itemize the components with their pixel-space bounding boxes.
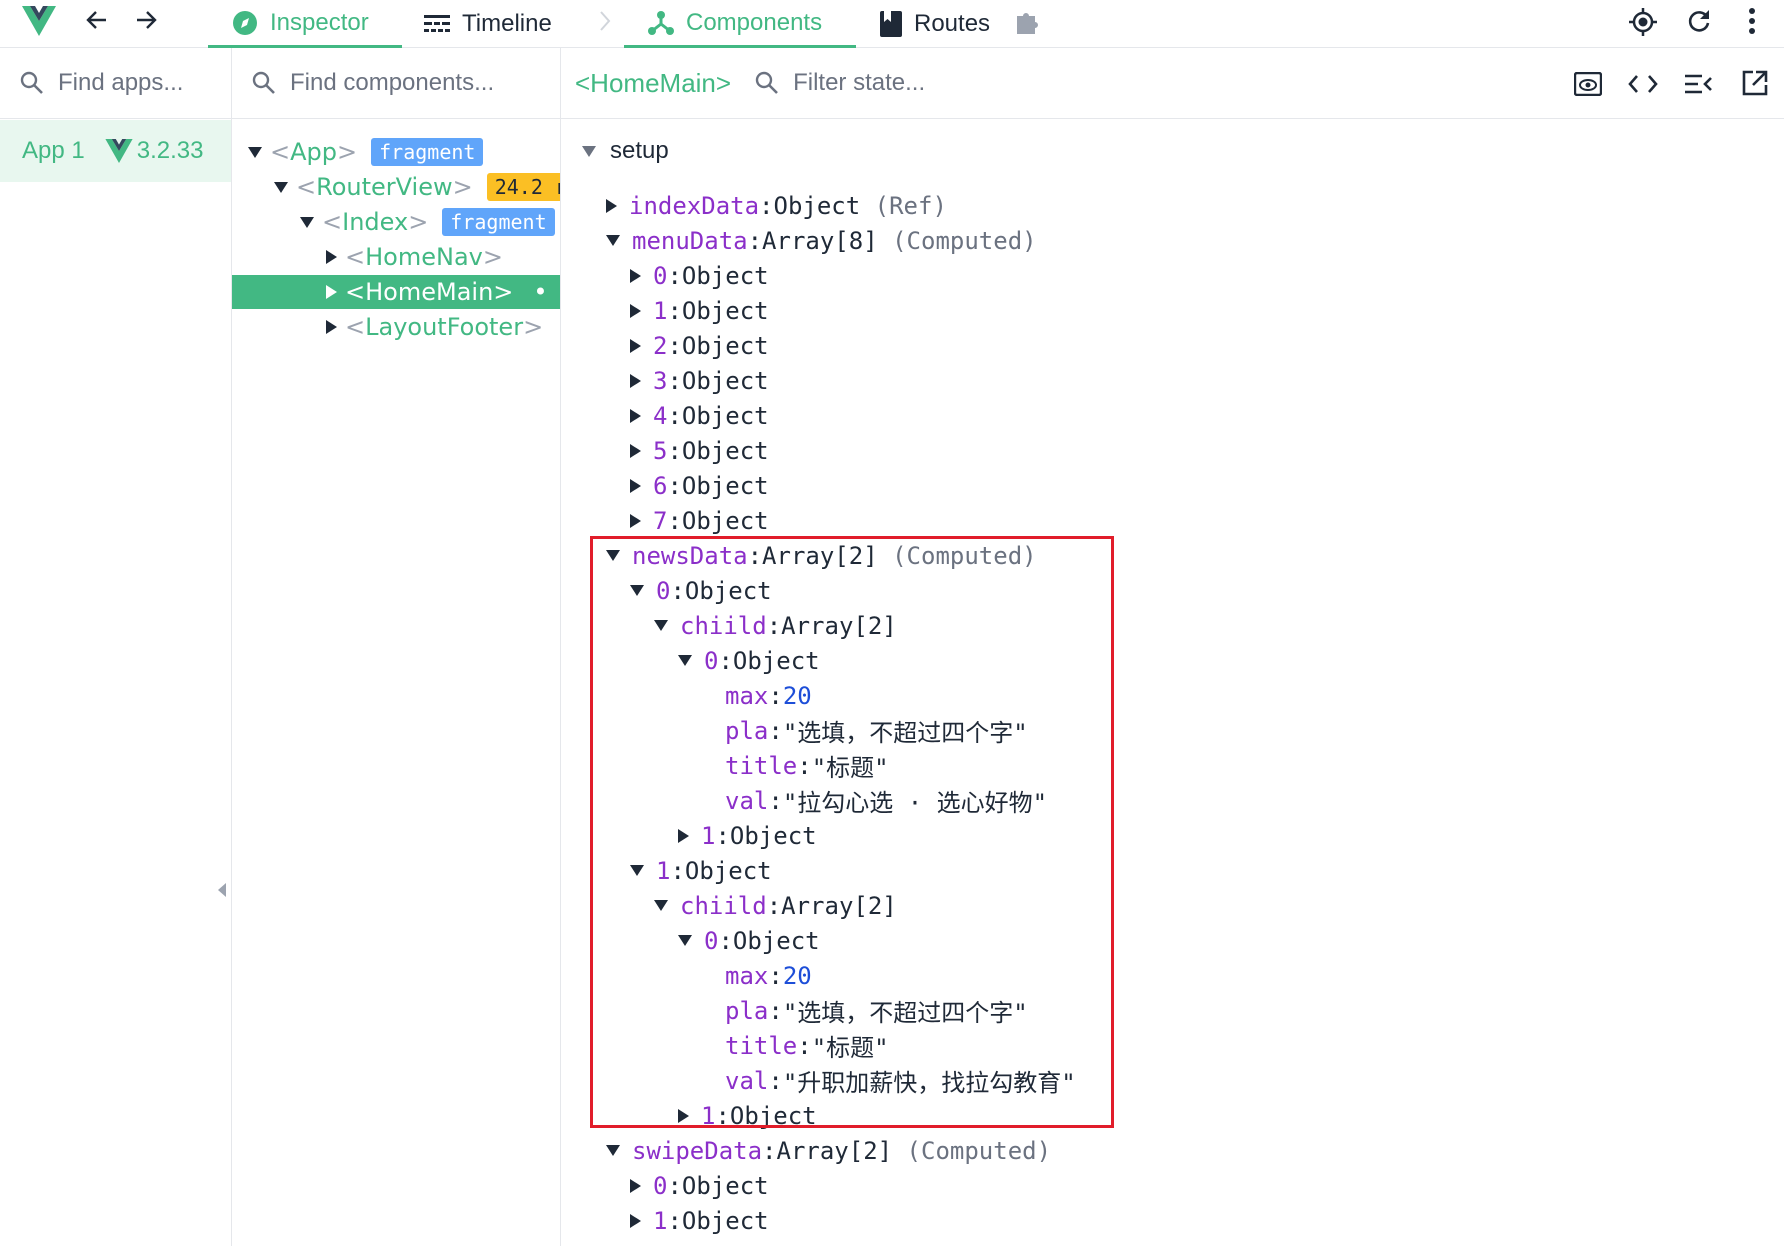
- fragment-badge: fragment: [442, 208, 555, 236]
- components-search-placeholder: Find components...: [290, 69, 495, 96]
- expand-toggle-icon[interactable]: [274, 181, 288, 193]
- refresh-icon[interactable]: [1686, 8, 1712, 34]
- state-row-newsdata[interactable]: newsData: Array[2] (Computed): [606, 538, 1037, 573]
- code-icon[interactable]: [1628, 74, 1658, 94]
- state-row-title[interactable]: title: "标题": [702, 1028, 889, 1063]
- components-search[interactable]: Find components...: [232, 48, 560, 119]
- component-name: LayoutFooter: [365, 313, 524, 341]
- expand-toggle-icon[interactable]: [248, 146, 262, 158]
- vue-logo-icon[interactable]: [22, 6, 56, 36]
- state-row-indexdata[interactable]: indexData: Object (Ref): [606, 188, 947, 223]
- tab-components[interactable]: Components: [624, 0, 856, 48]
- state-row-chiild-1[interactable]: 1: Object: [678, 1098, 817, 1133]
- apps-search[interactable]: Find apps...: [0, 48, 231, 119]
- state-row-max[interactable]: max: 20: [702, 958, 812, 993]
- expand-toggle-icon[interactable]: [326, 285, 337, 299]
- state-row-menudata[interactable]: menuData: Array[8] (Computed): [606, 223, 1037, 258]
- state-row-menudata-3[interactable]: 3: Object: [630, 363, 769, 398]
- puzzle-icon[interactable]: [1014, 7, 1042, 35]
- components-pane-border: [560, 48, 561, 1246]
- back-arrow-icon[interactable]: [86, 9, 108, 31]
- component-name: App: [290, 138, 337, 166]
- eye-icon[interactable]: [1574, 72, 1602, 96]
- section-title: setup: [610, 137, 669, 164]
- forward-arrow-icon[interactable]: [135, 9, 157, 31]
- book-icon: [880, 11, 902, 37]
- components-icon: [648, 10, 674, 35]
- state-row-newsdata-1[interactable]: 1: Object: [630, 853, 772, 888]
- state-row-menudata-0[interactable]: 0: Object: [630, 258, 769, 293]
- tab-label: Inspector: [270, 8, 369, 36]
- state-row-chiild[interactable]: chiild: Array[2]: [654, 888, 897, 923]
- tab-routes[interactable]: Routes: [880, 0, 1020, 48]
- selected-dot: •: [533, 278, 548, 306]
- tab-timeline[interactable]: Timeline: [424, 0, 584, 48]
- expand-toggle-icon[interactable]: [300, 216, 314, 228]
- search-icon: [252, 71, 275, 94]
- state-row-title[interactable]: title: "标题": [702, 748, 889, 783]
- separator-chevron-icon: [600, 11, 611, 31]
- vue-logo-icon: [105, 139, 133, 163]
- collapse-all-icon[interactable]: [1684, 73, 1712, 95]
- open-in-editor-icon[interactable]: [1742, 70, 1768, 96]
- expand-toggle-icon[interactable]: [326, 250, 337, 264]
- apps-search-placeholder: Find apps...: [58, 69, 184, 96]
- state-row-pla[interactable]: pla: "选填，不超过四个字": [702, 993, 1028, 1028]
- state-row-menudata-4[interactable]: 4: Object: [630, 398, 769, 433]
- app-version: 3.2.33: [136, 137, 204, 164]
- state-row-menudata-6[interactable]: 6: Object: [630, 468, 769, 503]
- state-row-val[interactable]: val: "升职加薪快，找拉勾教育": [702, 1063, 1076, 1098]
- state-row-menudata-1[interactable]: 1: Object: [630, 293, 769, 328]
- state-row-menudata-2[interactable]: 2: Object: [630, 328, 769, 363]
- compass-icon: [233, 10, 257, 35]
- tree-node-homenav[interactable]: <HomeNav>: [232, 240, 560, 274]
- state-row-chiild-1[interactable]: 1: Object: [678, 818, 817, 853]
- search-icon: [20, 71, 43, 94]
- state-row-chiild[interactable]: chiild: Array[2]: [654, 608, 897, 643]
- target-icon[interactable]: [1628, 7, 1658, 37]
- expand-toggle-icon[interactable]: [582, 145, 596, 157]
- render-time-badge: 24.2 r: [486, 173, 560, 201]
- expand-toggle-icon[interactable]: [326, 320, 337, 334]
- state-row-pla[interactable]: pla: "选填，不超过四个字": [702, 713, 1028, 748]
- selected-component-name: <HomeMain>: [575, 67, 732, 98]
- tree-node-app[interactable]: <App> fragment: [232, 135, 560, 169]
- state-row-newsdata-0[interactable]: 0: Object: [630, 573, 772, 608]
- component-name: HomeMain: [365, 278, 494, 306]
- state-row-max[interactable]: max: 20: [702, 678, 812, 713]
- component-name: RouterView: [316, 173, 453, 201]
- state-row-swipedata-1[interactable]: 1: Object: [630, 1203, 769, 1238]
- tab-label: Timeline: [462, 10, 552, 37]
- component-name: Index: [342, 208, 409, 236]
- tab-label: Routes: [914, 10, 991, 37]
- tab-inspector[interactable]: Inspector: [208, 0, 402, 48]
- tree-node-routerview[interactable]: <RouterView> 24.2 r: [232, 170, 560, 204]
- timeline-icon: [424, 15, 450, 32]
- fragment-badge: fragment: [371, 138, 484, 166]
- state-row-swipedata-0[interactable]: 0: Object: [630, 1168, 769, 1203]
- state-row-swipedata[interactable]: swipeData: Array[2] (Computed): [606, 1133, 1051, 1168]
- tree-node-index[interactable]: <Index> fragment: [232, 205, 560, 239]
- state-row-val[interactable]: val: "拉勾心选 · 选心好物": [702, 783, 1047, 818]
- filter-state-input[interactable]: Filter state...: [793, 69, 925, 97]
- search-icon: [755, 71, 778, 94]
- tree-node-homemain[interactable]: <HomeMain> •: [232, 275, 560, 309]
- top-bar: Inspector Timeline Components Routes: [0, 0, 1784, 48]
- collapse-pane-icon[interactable]: [218, 883, 226, 897]
- tab-label: Components: [686, 8, 823, 36]
- state-row-chiild-0[interactable]: 0: Object: [678, 643, 820, 678]
- section-setup[interactable]: setup: [582, 133, 669, 169]
- state-row-menudata-5[interactable]: 5: Object: [630, 433, 769, 468]
- component-name: HomeNav: [365, 243, 483, 271]
- more-vert-icon[interactable]: [1748, 8, 1756, 34]
- state-row-chiild-0[interactable]: 0: Object: [678, 923, 820, 958]
- tree-node-layoutfooter[interactable]: <LayoutFooter>: [232, 310, 560, 344]
- state-row-menudata-7[interactable]: 7: Object: [630, 503, 769, 538]
- app-label: App 1: [22, 137, 85, 164]
- app-item[interactable]: App 1 3.2.33: [0, 120, 231, 182]
